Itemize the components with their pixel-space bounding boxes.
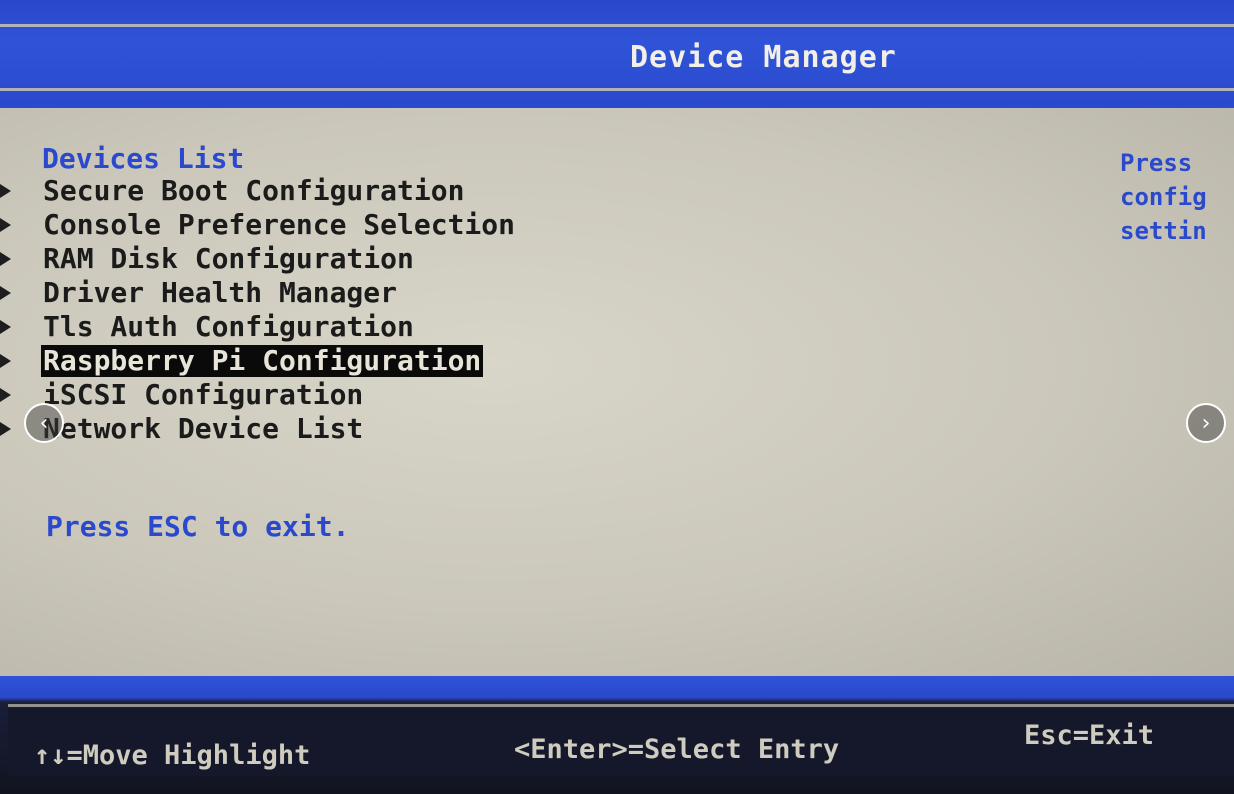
- menu-item-console-preference[interactable]: Console Preference Selection: [0, 208, 517, 242]
- submenu-arrow-icon: [0, 422, 11, 436]
- menu-item-ram-disk[interactable]: RAM Disk Configuration: [0, 242, 517, 276]
- submenu-arrow-icon: [0, 218, 11, 232]
- bios-screen: Device Manager Devices List Secure Boot …: [0, 0, 1234, 794]
- move-highlight-hint: ↑↓=Move Highlight: [34, 740, 311, 771]
- chevron-right-icon: ›: [1201, 410, 1211, 436]
- exit-hint: Press ESC to exit.: [46, 510, 350, 543]
- help-panel: Press config settin: [1120, 146, 1234, 248]
- select-entry-hint: <Enter>=Select Entry: [514, 734, 840, 765]
- next-image-button[interactable]: ›: [1186, 403, 1226, 443]
- window-title: Device Manager: [630, 40, 897, 75]
- menu-item-label: Network Device List: [43, 412, 364, 445]
- footer-rule: [8, 704, 1234, 707]
- devices-menu: Secure Boot Configuration Console Prefer…: [0, 174, 517, 446]
- menu-item-raspberry-pi[interactable]: Raspberry Pi Configuration: [0, 344, 517, 378]
- title-rule-bottom: [0, 88, 1234, 91]
- menu-item-driver-health[interactable]: Driver Health Manager: [0, 276, 517, 310]
- menu-item-label: Raspberry Pi Configuration: [41, 344, 484, 377]
- submenu-arrow-icon: [0, 252, 11, 266]
- menu-item-iscsi[interactable]: iSCSI Configuration: [0, 378, 517, 412]
- submenu-arrow-icon: [0, 388, 11, 402]
- title-bar: Device Manager: [0, 0, 1234, 108]
- menu-item-label: Driver Health Manager: [43, 276, 398, 309]
- devices-list-heading: Devices List: [42, 142, 245, 175]
- menu-item-network-device-list[interactable]: Network Device List: [0, 412, 517, 446]
- previous-image-button[interactable]: ‹: [24, 403, 64, 443]
- help-line: settin: [1120, 217, 1207, 245]
- title-rule-top: [0, 24, 1234, 27]
- exit-key-hint: Esc=Exit: [1024, 720, 1155, 751]
- submenu-arrow-icon: [0, 286, 11, 300]
- menu-item-label: iSCSI Configuration: [43, 378, 364, 411]
- chevron-left-icon: ‹: [39, 410, 49, 436]
- help-line: config: [1120, 183, 1207, 211]
- main-content: Devices List Secure Boot Configuration C…: [0, 108, 1234, 676]
- submenu-arrow-icon: [0, 320, 11, 334]
- menu-item-label: Secure Boot Configuration: [43, 174, 465, 207]
- menu-item-secure-boot[interactable]: Secure Boot Configuration: [0, 174, 517, 208]
- menu-item-tls-auth[interactable]: Tls Auth Configuration: [0, 310, 517, 344]
- menu-item-label: RAM Disk Configuration: [43, 242, 414, 275]
- footer-key-bar: ↑↓=Move Highlight <Enter>=Select Entry E…: [0, 676, 1234, 794]
- menu-item-label: Tls Auth Configuration: [43, 310, 414, 343]
- menu-item-label: Console Preference Selection: [43, 208, 516, 241]
- help-line: Press: [1120, 149, 1193, 177]
- submenu-arrow-icon: [0, 184, 11, 198]
- submenu-arrow-icon: [0, 354, 11, 368]
